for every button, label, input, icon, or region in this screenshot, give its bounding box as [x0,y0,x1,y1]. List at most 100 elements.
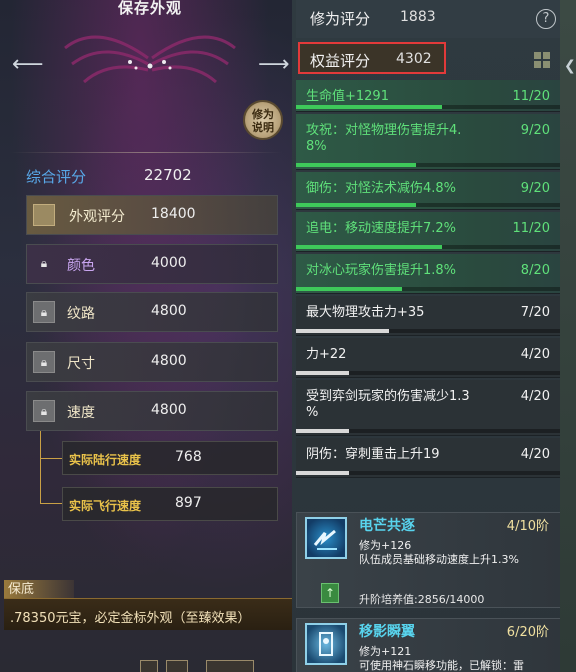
tree-connector [40,431,41,503]
attribute-count: 9/20 [520,181,550,196]
total-score-label: 综合评分 [26,168,87,186]
rights-score-label: 权益评分 [310,52,371,70]
prev-arrow-icon[interactable]: ⟵ [12,50,44,80]
attribute-progress-fill [296,287,403,291]
lock-icon: 🔒︎ [33,351,55,373]
bottom-button[interactable] [140,660,158,672]
skill-card[interactable]: 移影瞬翼 6/20阶 修为+121 可使用神石瞬移功能，已解锁：雷 [296,618,562,672]
stat-value: 4800 [151,303,187,319]
attribute-progress-fill [296,429,350,433]
attribute-row[interactable]: 受到弈剑玩家的伤害减少1.3 % 4/20 [296,380,562,436]
stat-name: 颜色 [67,258,95,274]
attribute-name: 御伤：对怪法术减伤4.8% [306,181,457,196]
appearance-icon [33,204,55,226]
attribute-row[interactable]: 最大物理攻击力+35 7/20 [296,296,562,336]
skill-cultivation-progress: 升阶培养值:2856/14000 [359,593,485,606]
attribute-progress-bar [296,471,562,475]
stat-row-color[interactable]: 🔒︎ 颜色 4000 [26,244,278,284]
lock-icon: 🔒︎ [40,256,48,270]
attribute-row[interactable]: 御伤：对怪法术减伤4.8% 9/20 [296,172,562,210]
attribute-name: 攻祝：对怪物理伤害提升4. 8% [306,123,462,154]
cultivation-info-button[interactable]: 修为 说明 [243,100,283,140]
attribute-progress-bar [296,163,562,167]
stat-row-speed[interactable]: 🔒︎ 速度 4800 [26,391,278,431]
attribute-row[interactable]: 追电：移动速度提升7.2% 11/20 [296,212,562,252]
fly-speed-row: 实际飞行速度 897 [62,487,278,521]
bottom-button[interactable] [206,660,254,672]
attribute-name: 阴伤：穿刺重击上升19 [306,447,440,462]
side-tab-strip[interactable] [560,0,576,672]
land-speed-value: 768 [175,449,202,465]
cultivation-score-value: 1883 [400,9,436,25]
rights-score-value: 4302 [396,51,432,67]
panel-title: 保存外观 [117,0,182,17]
land-speed-label: 实际陆行速度 [69,453,142,467]
attribute-row[interactable]: 生命值+1291 11/20 [296,80,562,112]
skill-name: 移影瞬翼 [359,624,415,640]
attribute-name: 最大物理攻击力+35 [306,305,425,320]
attribute-progress-fill [296,471,350,475]
attribute-progress-bar [296,429,562,433]
stat-row-size[interactable]: 🔒︎ 尺寸 4800 [26,342,278,382]
attribute-name: 受到弈剑玩家的伤害减少1.3 % [306,389,470,420]
stat-value: 4800 [151,402,187,418]
attribute-name: 力+22 [306,347,347,362]
lightning-run-icon [305,517,347,559]
tree-connector [40,503,62,504]
rights-score-tab[interactable]: 权益评分 4302 [298,42,446,74]
attribute-row[interactable]: 攻祝：对怪物理伤害提升4. 8% 9/20 [296,114,562,170]
skill-description: 可使用神石瞬移功能，已解锁：雷 [359,659,524,672]
attribute-name: 追电：移动速度提升7.2% [306,221,457,236]
attribute-count: 8/20 [520,263,550,278]
skill-card[interactable]: 电芒共逐 4/10阶 修为+126 队伍成员基础移动速度上升1.3% ↑ 升阶培… [296,512,562,608]
stat-row-pattern[interactable]: 🔒︎ 纹路 4800 [26,292,278,332]
divider [10,152,282,153]
attribute-progress-fill [296,105,443,109]
attribute-count: 7/20 [520,305,550,320]
teleport-wing-icon [305,623,347,665]
tree-connector [40,458,62,459]
skill-description: 队伍成员基础移动速度上升1.3% [359,553,519,566]
total-score-value: 22702 [144,166,192,184]
attribute-count: 4/20 [520,389,550,404]
bottom-button[interactable] [166,660,188,672]
attribute-count: 11/20 [512,89,550,104]
attribute-count: 4/20 [520,347,550,362]
land-speed-row: 实际陆行速度 768 [62,441,278,475]
attribute-name: 对冰心玩家伤害提升1.8% [306,263,457,278]
attribute-progress-bar [296,203,562,207]
stat-name: 外观评分 [69,209,125,225]
attribute-progress-bar [296,287,562,291]
attribute-row[interactable]: 阴伤：穿刺重击上升19 4/20 [296,438,562,478]
attribute-progress-bar [296,371,562,375]
lock-icon: 🔒︎ [33,400,55,422]
attribute-count: 11/20 [512,221,550,236]
help-icon[interactable]: ? [536,9,556,29]
cultivation-score-label: 修为评分 [310,10,371,28]
attribute-name: 生命值+1291 [306,89,389,104]
guarantee-banner: .78350元宝，必定金标外观（至臻效果） [4,598,292,630]
attribute-progress-fill [296,371,350,375]
upgrade-arrow-icon[interactable]: ↑ [321,583,339,603]
expand-arrow-icon[interactable]: ❮ [564,58,576,74]
stat-name: 尺寸 [67,356,95,372]
grid-icon[interactable] [534,52,550,68]
attribute-progress-fill [296,163,416,167]
stat-name: 纹路 [67,306,95,322]
next-arrow-icon[interactable]: ⟶ [258,50,290,80]
attribute-progress-bar [296,105,562,109]
stat-value: 4000 [151,255,187,271]
cultivation-score-header: 修为评分 1883 ? [296,0,566,38]
guarantee-tab: 保底 [4,580,74,600]
attribute-progress-bar [296,245,562,249]
appearance-panel: 保存外观 ⟵ ⟶ 修为 说明 综合评分 22702 外观评分 18400 🔒︎ … [0,0,292,672]
guarantee-text: .78350元宝，必定金标外观（至臻效果） [10,611,251,626]
skill-level: 4/10阶 [506,519,549,534]
attribute-row[interactable]: 对冰心玩家伤害提升1.8% 8/20 [296,254,562,294]
attribute-row[interactable]: 力+22 4/20 [296,338,562,378]
attribute-progress-fill [296,329,390,333]
stat-value: 18400 [151,206,196,222]
wings-preview [64,35,236,84]
score-panel: 修为评分 1883 ? 权益评分 4302 生命值+1291 11/20 攻祝：对怪… [292,0,576,672]
stat-value: 4800 [151,353,187,369]
